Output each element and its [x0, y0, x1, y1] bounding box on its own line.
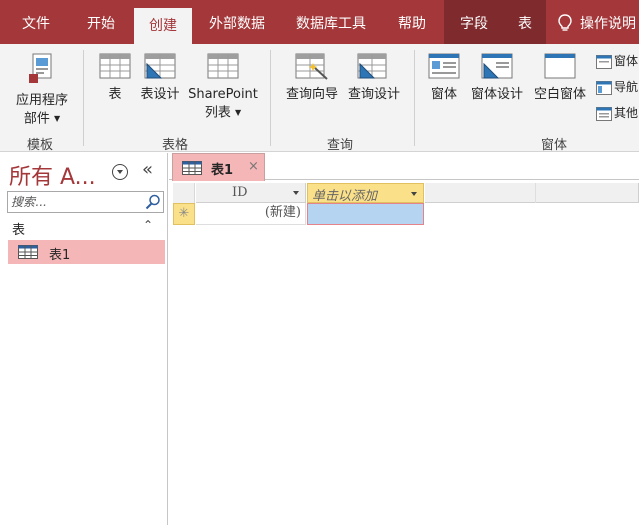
sharepoint-lists-button[interactable]: SharePoint 列表 ▼	[186, 52, 260, 123]
query-design-label: 查询设计	[347, 87, 400, 102]
search-icon[interactable]	[145, 194, 161, 210]
table-design-icon	[144, 53, 176, 79]
tell-me-label: 操作说明	[580, 16, 636, 32]
tab-help[interactable]: 帮助	[384, 0, 440, 44]
document-tab-label: 表1	[211, 163, 234, 178]
query-wizard-label: 查询向导	[285, 87, 338, 102]
form-design-icon	[481, 53, 513, 79]
query-wizard-icon	[295, 53, 328, 80]
table-icon	[182, 161, 202, 175]
column-header-label: 单击以添加	[312, 189, 378, 204]
collapse-group-icon[interactable]: ⌃	[143, 218, 153, 232]
document-tab-table1[interactable]: 表1 ×	[172, 153, 265, 181]
lightbulb-icon	[558, 13, 572, 31]
column-header-click-to-add[interactable]: 单击以添加	[307, 183, 424, 204]
active-cell[interactable]	[307, 203, 424, 225]
tab-external-data[interactable]: 外部数据	[196, 0, 278, 44]
group-label-forms: 窗体	[541, 138, 568, 153]
new-record-selector[interactable]: ✳	[173, 203, 195, 225]
column-header-label: ID	[232, 185, 248, 200]
table-button-label: 表	[108, 87, 122, 102]
more-forms-icon	[596, 106, 612, 121]
navigation-form-icon	[596, 80, 612, 95]
tell-me-box[interactable]: 操作说明	[558, 0, 636, 44]
blank-form-label: 空白窗体	[533, 87, 586, 102]
document-area: 表1 × ID 单击以添加 ✳ (新建)	[169, 153, 639, 525]
chevron-down-icon[interactable]	[411, 192, 417, 196]
ribbon-tab-bar: 文件 开始 创建 外部数据 数据库工具 帮助 字段 表 操作说明	[0, 0, 639, 44]
tab-database-tools[interactable]: 数据库工具	[282, 0, 380, 44]
nav-menu-dropdown-icon[interactable]	[112, 164, 128, 180]
form-wizard-label: 窗体	[614, 54, 639, 68]
blank-form-button[interactable]: 空白窗体	[530, 52, 590, 104]
chevron-down-icon: ▼	[54, 114, 61, 123]
select-all-corner[interactable]	[173, 183, 195, 203]
form-wizard-button[interactable]: 窗体	[596, 52, 638, 69]
sharepoint-label-2: 列表	[204, 105, 231, 121]
nav-item-label: 表1	[49, 248, 71, 263]
chevron-down-icon[interactable]	[293, 191, 299, 195]
tab-create[interactable]: 创建	[134, 8, 192, 44]
nav-search-box	[7, 191, 164, 213]
form-button[interactable]: 窗体	[426, 52, 462, 104]
document-tab-strip: 表1 ×	[169, 153, 639, 181]
group-label-queries: 查询	[327, 138, 354, 153]
nav-group-header[interactable]: 表	[12, 219, 25, 238]
group-divider	[270, 50, 271, 146]
table-icon	[18, 245, 38, 259]
query-design-button[interactable]: 查询设计	[344, 52, 404, 104]
application-parts-icon	[29, 53, 52, 83]
tab-home[interactable]: 开始	[72, 0, 130, 44]
sharepoint-list-icon	[207, 53, 239, 79]
table-icon	[99, 53, 131, 79]
more-forms-button[interactable]: 其他	[596, 104, 638, 121]
form-design-label: 窗体设计	[470, 87, 523, 102]
column-header-empty	[425, 183, 639, 203]
datasheet-grid: ID 单击以添加 ✳ (新建)	[169, 181, 639, 525]
shutter-bar-close-icon[interactable]: «	[142, 159, 153, 180]
tab-fields[interactable]: 字段	[444, 0, 504, 44]
chevron-down-icon: ▼	[235, 108, 242, 117]
group-label-tables: 表格	[162, 138, 189, 153]
form-design-button[interactable]: 窗体设计	[468, 52, 526, 104]
application-parts-label-2: 部件	[23, 111, 50, 127]
navigation-button[interactable]: 导航	[596, 78, 638, 95]
navigation-label: 导航	[614, 80, 639, 94]
form-label: 窗体	[430, 87, 457, 102]
close-icon[interactable]: ×	[248, 159, 259, 174]
ribbon: 应用程序 部件 ▼ 模板 表 表设计 SharePoint 列表 ▼ 表格 查询…	[0, 44, 639, 153]
new-record-id-cell[interactable]: (新建)	[196, 203, 306, 225]
column-divider	[535, 183, 536, 203]
query-design-icon	[357, 53, 387, 79]
more-forms-label: 其他	[614, 106, 639, 120]
tab-table[interactable]: 表	[504, 0, 546, 44]
blank-form-icon	[544, 53, 576, 79]
sharepoint-label-1: SharePoint	[188, 87, 258, 102]
query-wizard-button[interactable]: 查询向导	[282, 52, 342, 104]
tab-file[interactable]: 文件	[8, 0, 64, 44]
group-divider	[414, 50, 415, 146]
form-icon	[428, 53, 460, 79]
table-design-label: 表设计	[140, 87, 180, 102]
navigation-pane: 所有 A... « 表 ⌃ 表1	[0, 153, 168, 525]
application-parts-label-1: 应用程序	[15, 93, 68, 108]
nav-pane-title[interactable]: 所有 A...	[9, 159, 96, 191]
nav-item-table1[interactable]: 表1	[8, 240, 165, 264]
form-wizard-icon	[596, 54, 612, 69]
search-input[interactable]	[8, 192, 140, 212]
column-header-id[interactable]: ID	[196, 183, 306, 203]
application-parts-button[interactable]: 应用程序 部件 ▼	[8, 52, 76, 129]
group-divider	[83, 50, 84, 146]
table-button[interactable]: 表	[96, 52, 134, 104]
table-design-button[interactable]: 表设计	[138, 52, 182, 104]
group-label-templates: 模板	[27, 138, 54, 153]
